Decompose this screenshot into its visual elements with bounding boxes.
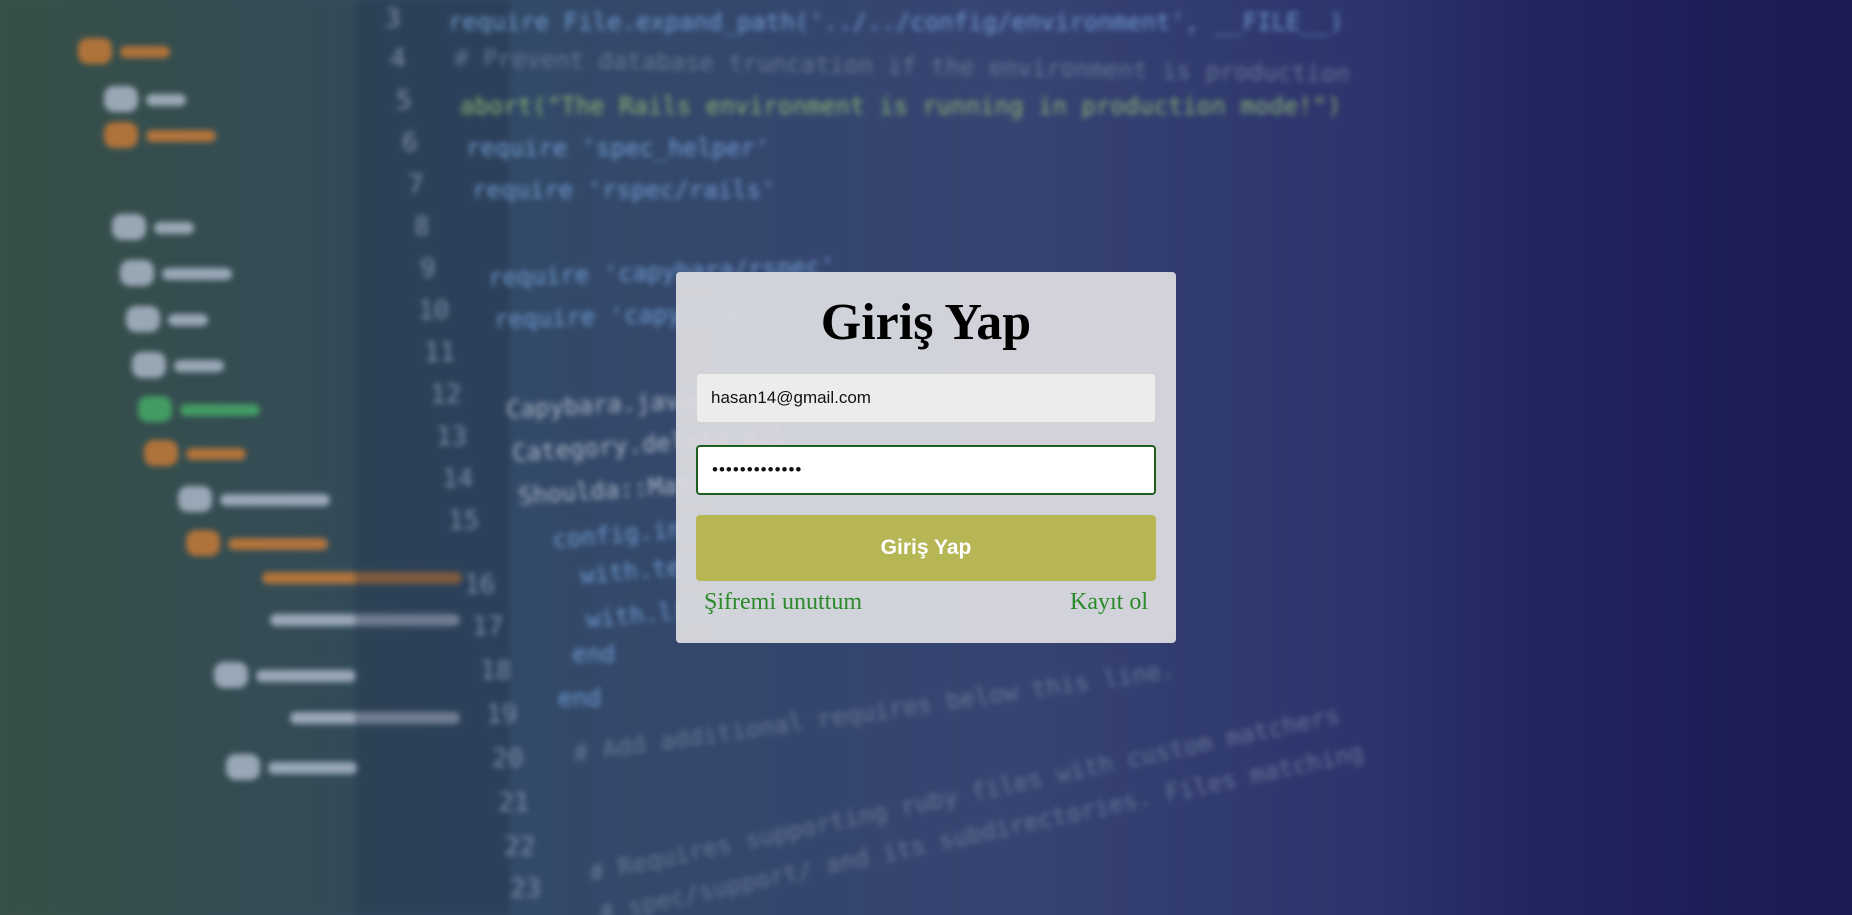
forgot-password-link[interactable]: Şifremi unuttum [704, 587, 862, 617]
register-link[interactable]: Kayıt ol [1070, 587, 1148, 617]
login-button[interactable]: Giriş Yap [696, 515, 1156, 581]
login-card: Giriş Yap Giriş Yap Şifremi unuttum Kayı… [676, 272, 1176, 643]
email-input[interactable] [696, 373, 1156, 423]
password-input[interactable] [696, 445, 1156, 495]
login-links: Şifremi unuttum Kayıt ol [696, 587, 1156, 617]
login-title: Giriş Yap [820, 294, 1032, 351]
